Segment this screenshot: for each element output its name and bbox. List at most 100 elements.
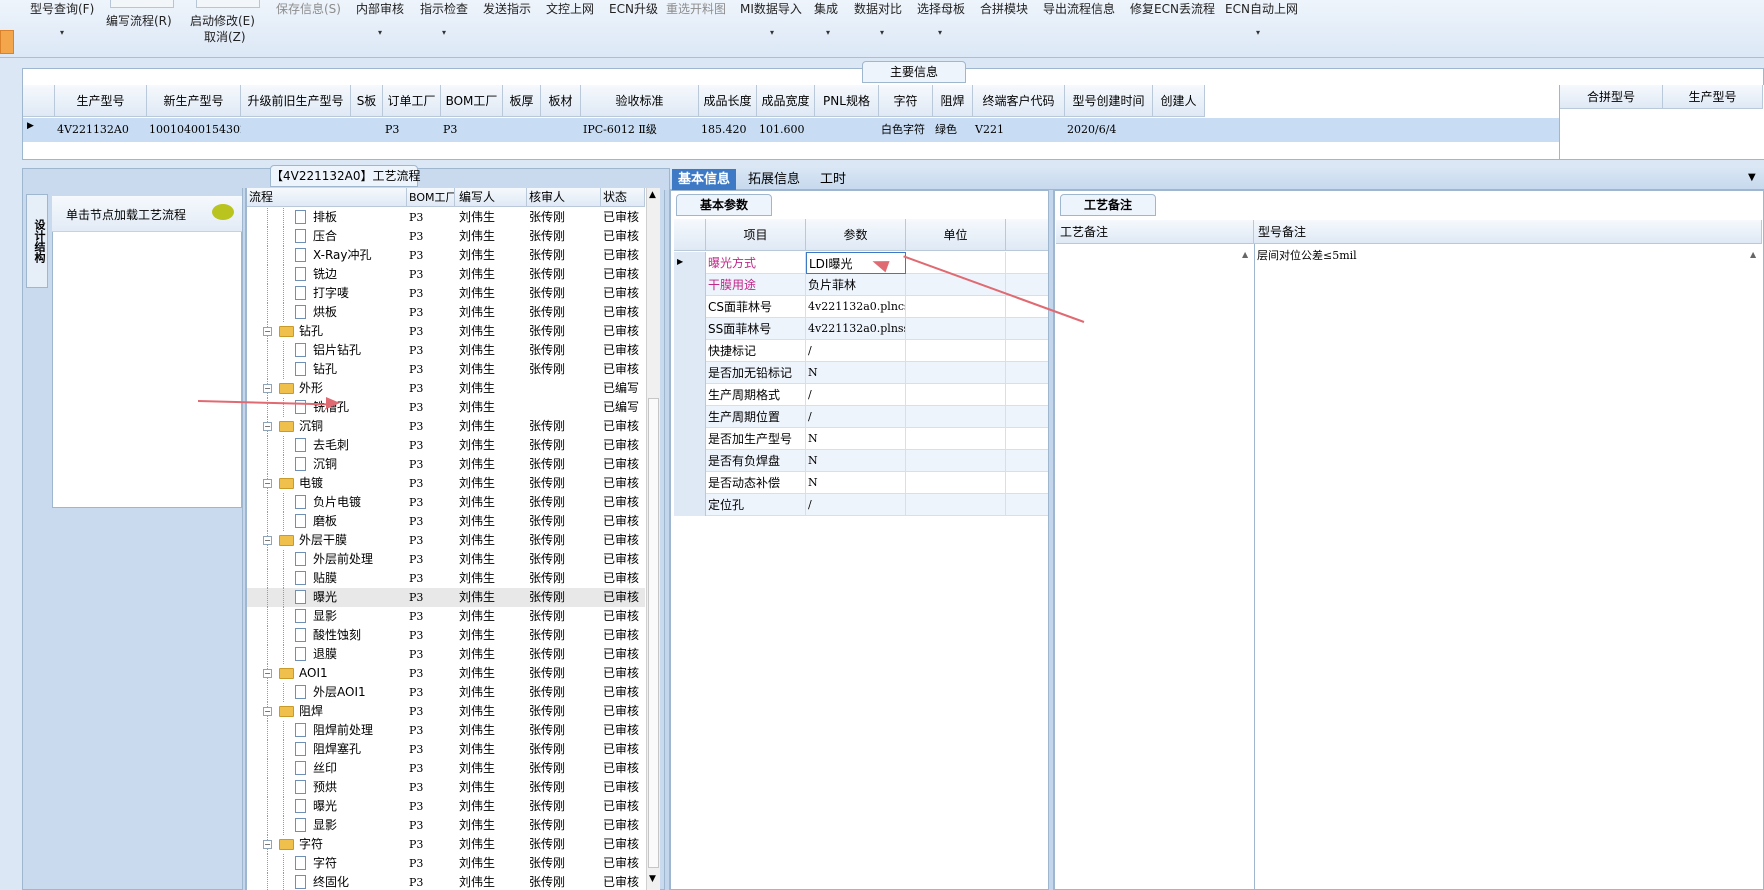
tree-row[interactable]: 烘板 P3 刘伟生 张传刚 已审核 xyxy=(247,303,645,322)
col-header-flow[interactable]: 流程 xyxy=(247,188,407,207)
repair-ecn-lost-flow-button[interactable]: 修复ECN丢流程 xyxy=(1130,0,1215,17)
tree-row[interactable]: 终固化 P3 刘伟生 张传刚 已审核 xyxy=(247,873,645,890)
param-unit-cell[interactable] xyxy=(906,494,1006,516)
col-header-status[interactable]: 状态 xyxy=(601,188,645,207)
tree-node[interactable]: 阻焊塞孔 xyxy=(247,740,407,759)
merge-col-header[interactable]: 合拼型号 xyxy=(1560,85,1663,109)
tree-node[interactable]: 阻焊前处理 xyxy=(247,721,407,740)
param-value-cell[interactable]: LDI曝光 xyxy=(806,252,906,274)
tree-node[interactable]: − 沉铜 xyxy=(247,417,407,436)
param-row[interactable]: 是否加无铅标记 N xyxy=(674,362,1050,384)
param-row[interactable]: CS面菲林号 4v221132a0.plncs xyxy=(674,296,1050,318)
param-value-cell[interactable]: 4v221132a0.plncs xyxy=(806,296,906,318)
collapse-icon[interactable]: − xyxy=(263,384,272,393)
main-col-header[interactable]: 订单工厂 xyxy=(383,85,441,117)
main-col-header[interactable]: 成品长度 xyxy=(699,85,757,117)
param-value-cell[interactable]: / xyxy=(806,384,906,406)
row-header[interactable] xyxy=(674,296,706,318)
main-cell[interactable]: 绿色 xyxy=(933,118,973,142)
tree-row[interactable]: 铝片钻孔 P3 刘伟生 张传刚 已审核 xyxy=(247,341,645,360)
param-unit-cell[interactable] xyxy=(906,450,1006,472)
tree-node[interactable]: 铣边 xyxy=(247,265,407,284)
tree-row[interactable]: 沉铜 P3 刘伟生 张传刚 已审核 xyxy=(247,455,645,474)
chevron-down-icon[interactable]: ▾ xyxy=(60,28,64,37)
tree-node[interactable]: 去毛刺 xyxy=(247,436,407,455)
collapse-icon[interactable]: − xyxy=(263,840,272,849)
main-cell[interactable]: V221 xyxy=(973,118,1065,142)
integration-button[interactable]: 集成 xyxy=(814,0,838,17)
main-col-header[interactable]: S板 xyxy=(351,85,383,117)
main-col-header[interactable]: PNL规格 xyxy=(815,85,879,117)
col-header-param[interactable]: 参数 xyxy=(806,219,906,251)
tree-row[interactable]: 去毛刺 P3 刘伟生 张传刚 已审核 xyxy=(247,436,645,455)
chevron-down-icon[interactable]: ▾ xyxy=(442,28,446,37)
row-header[interactable] xyxy=(674,428,706,450)
main-cell[interactable]: IPC-6012 Ⅱ级 xyxy=(581,118,699,142)
tree-node[interactable]: 沉铜 xyxy=(247,455,407,474)
chevron-down-icon[interactable]: ▾ xyxy=(880,28,884,37)
main-cell[interactable]: 白色字符 xyxy=(879,118,933,142)
tree-node[interactable]: − 外层干膜 xyxy=(247,531,407,550)
main-cell[interactable]: 4V221132A0 xyxy=(55,118,147,142)
collapse-icon[interactable]: − xyxy=(263,327,272,336)
main-col-header[interactable]: 板材 xyxy=(541,85,581,117)
main-cell[interactable]: 10010400154302 xyxy=(147,118,241,142)
param-value-cell[interactable]: N xyxy=(806,428,906,450)
main-col-header[interactable]: BOM工厂 xyxy=(441,85,503,117)
tree-row[interactable]: 铣槽孔 P3 刘伟生 已编写 xyxy=(247,398,645,417)
scroll-up-icon[interactable]: ▲ xyxy=(649,190,656,200)
tree-row[interactable]: 贴膜 P3 刘伟生 张传刚 已审核 xyxy=(247,569,645,588)
ecn-auto-online-button[interactable]: ECN自动上网 xyxy=(1225,0,1298,17)
params-grid-corner[interactable] xyxy=(674,219,706,251)
row-header[interactable] xyxy=(674,318,706,340)
tree-row[interactable]: X-Ray冲孔 P3 刘伟生 张传刚 已审核 xyxy=(247,246,645,265)
tree-node[interactable]: 字符 xyxy=(247,854,407,873)
tab-extended-info[interactable]: 拓展信息 xyxy=(742,169,806,190)
tree-row[interactable]: 铣边 P3 刘伟生 张传刚 已审核 xyxy=(247,265,645,284)
chevron-down-icon[interactable]: ▾ xyxy=(378,28,382,37)
send-instruction-button[interactable]: 发送指示 xyxy=(483,0,531,17)
tree-row[interactable]: 打字唛 P3 刘伟生 张传刚 已审核 xyxy=(247,284,645,303)
tree-row[interactable]: 负片电镀 P3 刘伟生 张传刚 已审核 xyxy=(247,493,645,512)
col-header-bom[interactable]: BOM工厂 xyxy=(407,188,455,207)
tree-row[interactable]: 丝印 P3 刘伟生 张传刚 已审核 xyxy=(247,759,645,778)
col-header-reviewer[interactable]: 核审人 xyxy=(527,188,601,207)
instruction-check-button[interactable]: 指示检查 xyxy=(420,0,468,17)
param-row[interactable]: 快捷标记 / xyxy=(674,340,1050,362)
main-cell[interactable]: 101.600 xyxy=(757,118,815,142)
tree-row[interactable]: − 外层干膜 P3 刘伟生 张传刚 已审核 xyxy=(247,531,645,550)
start-edit-button[interactable]: 启动修改(E) xyxy=(190,12,255,29)
col-header-writer[interactable]: 编写人 xyxy=(455,188,527,207)
tree-row[interactable]: − AOI1 P3 刘伟生 张传刚 已审核 xyxy=(247,664,645,683)
collapse-icon[interactable]: − xyxy=(263,479,272,488)
tree-node[interactable]: − 字符 xyxy=(247,835,407,854)
col-header-item[interactable]: 项目 xyxy=(706,219,806,251)
doc-control-online-button[interactable]: 文控上网 xyxy=(546,0,594,17)
tree-node[interactable]: 磨板 xyxy=(247,512,407,531)
chevron-down-icon[interactable]: ▾ xyxy=(826,28,830,37)
tree-row[interactable]: 阻焊塞孔 P3 刘伟生 张传刚 已审核 xyxy=(247,740,645,759)
row-header[interactable] xyxy=(674,472,706,494)
param-row[interactable]: 是否动态补偿 N xyxy=(674,472,1050,494)
tree-row[interactable]: 外层前处理 P3 刘伟生 张传刚 已审核 xyxy=(247,550,645,569)
ecn-upgrade-button[interactable]: ECN升级 xyxy=(609,0,658,17)
main-cell[interactable]: P3 xyxy=(441,118,503,142)
tree-node[interactable]: − 钻孔 xyxy=(247,322,407,341)
param-unit-cell[interactable] xyxy=(906,362,1006,384)
col-header-unit[interactable]: 单位 xyxy=(906,219,1006,251)
export-flow-info-button[interactable]: 导出流程信息 xyxy=(1043,0,1115,17)
main-cell[interactable]: 2020/6/4 xyxy=(1065,118,1153,142)
tree-row[interactable]: − 电镀 P3 刘伟生 张传刚 已审核 xyxy=(247,474,645,493)
main-col-header[interactable]: 升级前旧生产型号 xyxy=(241,85,351,117)
chevron-down-icon[interactable]: ▾ xyxy=(770,28,774,37)
param-value-cell[interactable]: N xyxy=(806,362,906,384)
tree-node[interactable]: 显影 xyxy=(247,816,407,835)
scroll-up-icon[interactable]: ▲ xyxy=(1242,250,1248,259)
main-col-header[interactable]: 创建人 xyxy=(1153,85,1205,117)
main-col-header[interactable]: 验收标准 xyxy=(581,85,699,117)
tree-row[interactable]: − 阻焊 P3 刘伟生 张传刚 已审核 xyxy=(247,702,645,721)
param-value-cell[interactable]: / xyxy=(806,494,906,516)
tree-row[interactable]: 钻孔 P3 刘伟生 张传刚 已审核 xyxy=(247,360,645,379)
tree-node[interactable]: 退膜 xyxy=(247,645,407,664)
tab-work-hours[interactable]: 工时 xyxy=(814,169,852,190)
